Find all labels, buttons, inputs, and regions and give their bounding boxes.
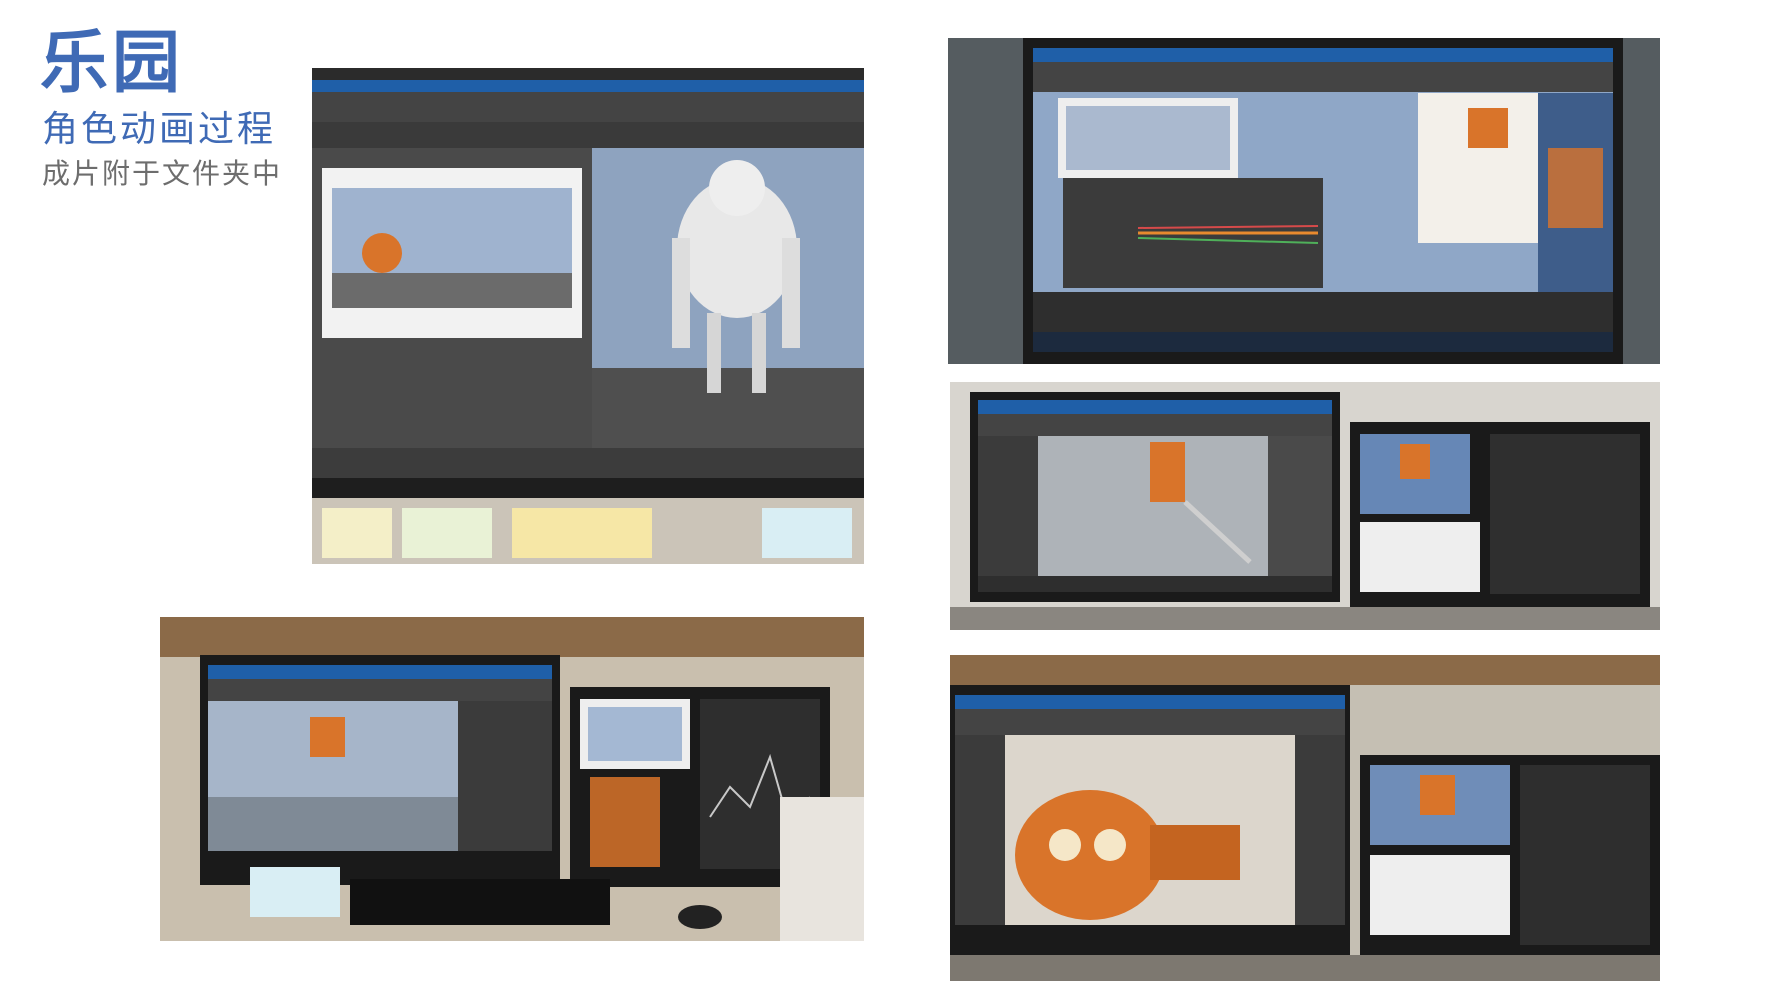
page-note: 成片附于文件夹中 [42,157,283,190]
photo-maya-white-robot [312,68,864,564]
photo-graph-editor-monitor [948,38,1660,364]
photo-round-robot-closeup [950,655,1660,981]
page-title: 乐园 [40,24,185,103]
photo-desk-setup [160,617,864,941]
photo-dual-monitor-crane [950,382,1660,630]
page-subtitle: 角色动画过程 [42,109,277,150]
